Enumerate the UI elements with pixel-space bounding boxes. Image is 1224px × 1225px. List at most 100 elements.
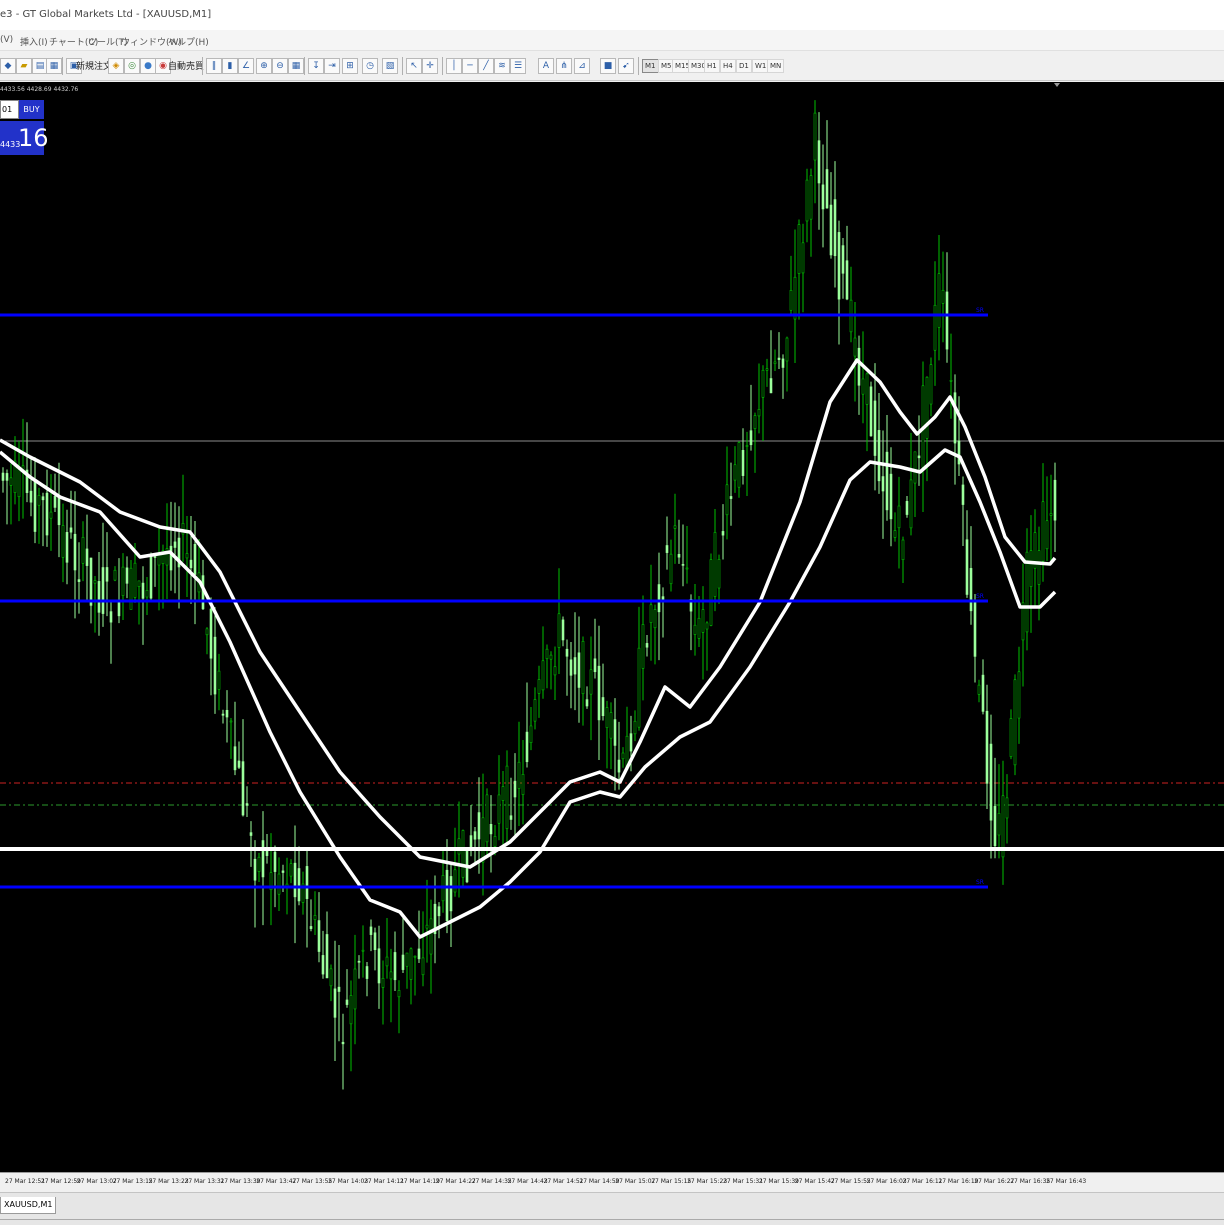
candle-body — [561, 619, 565, 641]
candle-body — [41, 496, 45, 501]
price-chart[interactable]: SR SR SR 4433.56 4428.69 4432.76 01 BUY 44… — [0, 82, 1224, 1172]
zoom-out-icon[interactable]: ⊖ — [272, 58, 288, 74]
signals-icon[interactable]: ● — [140, 58, 156, 74]
candle-body — [193, 544, 197, 575]
candle-body — [961, 484, 965, 505]
cursor-icon[interactable]: ↖ — [406, 58, 422, 74]
candle-body — [385, 956, 389, 967]
title-bar: e3 - GT Global Markets Ltd - [XAUUSD,M1] — [0, 0, 1224, 31]
buy-button[interactable]: BUY — [19, 100, 44, 119]
candle-body — [113, 569, 117, 581]
candle-body — [981, 674, 985, 712]
chart-shift-marker-icon[interactable] — [1054, 83, 1060, 87]
time-axis-label: 27 Mar 16:11 — [902, 1178, 943, 1185]
timeframe-d1[interactable]: D1 — [736, 59, 752, 73]
periods-icon[interactable]: ◷ — [362, 58, 378, 74]
candle-body — [713, 532, 717, 597]
horizontal-line-icon[interactable]: ─ — [462, 58, 478, 74]
candle-body — [497, 794, 501, 824]
candle-body — [405, 952, 409, 967]
candle-body — [905, 501, 909, 515]
candle-body — [637, 647, 641, 728]
indicators-icon[interactable]: ⊞ — [342, 58, 358, 74]
shapes-icon[interactable]: ■ — [600, 58, 616, 74]
navigator-icon[interactable]: ▦ — [46, 58, 62, 74]
candle-body — [617, 759, 621, 773]
pitchfork-icon[interactable]: ⋔ — [556, 58, 572, 74]
candle-body — [541, 660, 545, 691]
autoscroll-icon[interactable]: ↧ — [308, 58, 324, 74]
candle-body — [381, 978, 385, 988]
candle-body — [1025, 551, 1029, 633]
new-order-button[interactable]: 新規注文 — [76, 59, 112, 72]
timeframe-mn[interactable]: MN — [767, 59, 785, 73]
candle-body — [533, 699, 537, 722]
candle-body — [337, 986, 341, 992]
menu-item-view[interactable]: (V) — [0, 35, 13, 45]
text-icon[interactable]: A — [538, 58, 554, 74]
trendline-icon[interactable]: ╱ — [478, 58, 494, 74]
gann-icon[interactable]: ⊿ — [574, 58, 590, 74]
candle-body — [149, 556, 153, 599]
candle-body — [217, 670, 221, 690]
candle-body — [633, 720, 637, 735]
menu-item-help[interactable]: ヘルプ(H) — [168, 35, 209, 48]
channel-icon[interactable]: ≋ — [494, 58, 510, 74]
candle-body — [325, 934, 329, 979]
candle-body — [257, 856, 261, 872]
arrows-icon[interactable]: ➹ — [618, 58, 634, 74]
fibonacci-icon[interactable]: ☰ — [510, 58, 526, 74]
candle-body — [593, 658, 597, 673]
candle-body — [581, 641, 585, 695]
lot-size-input[interactable]: 01 — [0, 100, 19, 119]
candle-body — [897, 505, 901, 529]
chart-shift-icon[interactable]: ⇥ — [324, 58, 340, 74]
line-chart-icon[interactable]: ∠ — [238, 58, 254, 74]
candle-body — [77, 579, 81, 582]
candle-body — [853, 337, 857, 357]
candle-body — [1017, 671, 1021, 719]
candle-body — [989, 743, 993, 821]
timeframe-h1[interactable]: H1 — [704, 59, 720, 73]
tile-windows-icon[interactable]: ▦ — [288, 58, 304, 74]
sr-level-label: SR — [976, 593, 984, 600]
buy-price-box[interactable]: 4433 16 — [0, 121, 49, 155]
candle-body — [153, 556, 157, 558]
candle-body — [457, 838, 461, 855]
time-axis-label: 27 Mar 16:43 — [1046, 1178, 1087, 1185]
candle-body — [369, 926, 373, 935]
templates-icon[interactable]: ▧ — [382, 58, 398, 74]
candle-body — [85, 548, 89, 566]
candle-body — [873, 400, 877, 456]
candle-body — [289, 863, 293, 877]
candle-body — [29, 490, 33, 503]
candle-body — [357, 960, 361, 963]
timeframe-m1[interactable]: M1 — [642, 59, 659, 73]
timeframe-h4[interactable]: H4 — [720, 59, 736, 73]
chart-canvas: SR SR SR — [0, 100, 1224, 1090]
zoom-in-icon[interactable]: ⊕ — [256, 58, 272, 74]
candle-body — [993, 806, 997, 847]
vertical-line-icon[interactable]: │ — [446, 58, 462, 74]
profiles-icon[interactable]: ◆ — [0, 58, 16, 74]
candle-body — [501, 786, 505, 801]
candlestick-icon[interactable]: ▮ — [222, 58, 238, 74]
auto-trade-button[interactable]: 自動売買 — [168, 59, 204, 72]
crosshair-icon[interactable]: ✛ — [422, 58, 438, 74]
candle-body — [913, 451, 917, 484]
candle-body — [297, 868, 301, 902]
candle-body — [349, 995, 353, 1025]
bar-chart-icon[interactable]: ‖ — [206, 58, 222, 74]
menu-item-insert[interactable]: 挿入(I) — [20, 35, 48, 48]
folder-icon[interactable]: ▰ — [16, 58, 32, 74]
candle-body — [461, 830, 465, 878]
candle-body — [145, 590, 149, 598]
candle-body — [157, 554, 161, 566]
candle-body — [901, 539, 905, 561]
tab-xauusd-m1[interactable]: XAUUSD,M1 — [0, 1197, 57, 1214]
metaeditor-icon[interactable]: ◈ — [108, 58, 124, 74]
candle-body — [725, 484, 729, 516]
candle-body — [829, 204, 833, 256]
candle-body — [889, 473, 893, 520]
history-icon[interactable]: ◎ — [124, 58, 140, 74]
